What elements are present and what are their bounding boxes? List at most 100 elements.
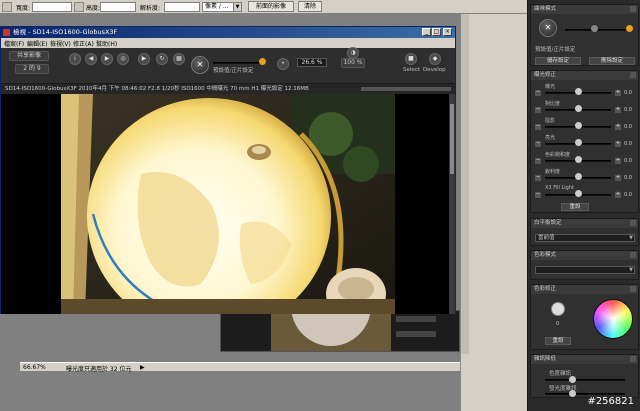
front-image-button[interactable]: 前面的影像 [248, 1, 294, 12]
info-icon[interactable]: i [69, 53, 81, 65]
zoom-number: 26.6 [301, 59, 315, 66]
unit-select[interactable]: 像素 / ... ▼ [202, 2, 242, 12]
page-select[interactable]: 2 的 9 [15, 64, 49, 74]
raw-viewer-window: 檢視 - SD14-ISO1600-GlobusX3F _ □ × 檔案(F) … [0, 26, 456, 314]
plus-icon[interactable]: + [615, 158, 621, 164]
select-icon[interactable]: ■ [405, 53, 417, 65]
chroma-noise-knob[interactable] [569, 376, 576, 383]
minus-icon[interactable]: − [535, 175, 541, 181]
minus-icon[interactable]: − [535, 124, 541, 130]
collapse-icon[interactable] [630, 220, 636, 226]
minus-icon[interactable]: − [535, 158, 541, 164]
loupe-icon[interactable]: • [277, 58, 289, 70]
zoom-unit: % [316, 59, 323, 66]
grid-icon[interactable]: ▦ [173, 53, 185, 65]
ps-zoom-value[interactable]: 66.67% [23, 364, 46, 371]
next-icon[interactable]: ▶ [101, 53, 113, 65]
exposure-row-label: 色彩飽和度 [545, 152, 571, 158]
minus-icon[interactable]: − [535, 107, 541, 113]
collapse-icon[interactable] [630, 286, 636, 292]
color-mode-select[interactable]: ▼ [535, 266, 635, 274]
menu-file[interactable]: 檔案(F) [4, 39, 24, 48]
background-document-window[interactable] [220, 266, 460, 352]
exposure-row-knob[interactable] [575, 139, 582, 146]
save-settings-button[interactable]: 儲存設定 [535, 57, 581, 65]
hue-section-header[interactable]: 色彩修正 [531, 285, 638, 294]
exposure-row-knob[interactable] [575, 122, 582, 129]
collapse-icon[interactable] [630, 72, 636, 78]
plus-icon[interactable]: + [615, 192, 621, 198]
clear-button[interactable]: 清除 [298, 1, 322, 12]
taste-knob-icon-2[interactable]: ✕ [539, 19, 557, 37]
taste-slider-knob-2[interactable] [626, 25, 633, 32]
menu-edit[interactable]: 編輯(E) [27, 39, 47, 48]
collapse-icon[interactable] [630, 356, 636, 362]
menu-help[interactable]: 幫助(H) [96, 39, 117, 48]
plus-icon[interactable]: + [615, 124, 621, 130]
exposure-row-value: 0.0 [624, 158, 632, 164]
exposure-section-header[interactable]: 曝光修正 [531, 71, 638, 80]
zoom-fit-button[interactable]: 100 % [341, 58, 365, 68]
noise-section-header[interactable]: 雜訊降低 [531, 355, 638, 364]
reset-button[interactable]: 重設 [561, 203, 589, 211]
tool-icon[interactable] [2, 2, 12, 12]
scrollbar-thumb[interactable] [450, 104, 454, 174]
exposure-row-knob[interactable] [575, 105, 582, 112]
ps-panel-scrollbar[interactable] [461, 14, 469, 354]
taste-slider-knob-1[interactable] [591, 25, 598, 32]
collapse-icon[interactable] [630, 6, 636, 12]
raw-window-titlebar[interactable]: 檢視 - SD14-ISO1600-GlobusX3F _ □ × [1, 27, 455, 38]
zoom-value[interactable]: 26.6 % [297, 58, 327, 67]
exposure-row-knob[interactable] [575, 88, 582, 95]
luma-noise-knob[interactable] [569, 390, 576, 397]
compare-icon[interactable]: ◑ [347, 47, 359, 59]
zoom-icon[interactable]: ◎ [117, 53, 129, 65]
exposure-row-knob[interactable] [575, 173, 582, 180]
exposure-row-knob[interactable] [575, 190, 582, 197]
menu-view[interactable]: 檢視(V) [50, 39, 71, 48]
collapse-icon[interactable] [630, 252, 636, 258]
reset-button-2[interactable]: 重設 [545, 337, 571, 345]
taste-section-header[interactable]: 曲味模式 [531, 5, 638, 14]
color-wheel[interactable] [593, 299, 633, 339]
taste-knob-icon[interactable]: ✕ [191, 56, 209, 74]
width-field[interactable] [32, 2, 72, 12]
luma-noise-track[interactable] [545, 393, 625, 395]
exposure-row-label: 對比度 [545, 101, 561, 107]
height-field[interactable] [100, 2, 136, 12]
taste-slider-track[interactable] [565, 29, 631, 31]
preview-scrollbar[interactable] [449, 94, 455, 314]
chevron-right-icon[interactable]: ▶ [140, 364, 145, 371]
rotate-icon[interactable]: ↻ [156, 53, 168, 65]
prev-icon[interactable]: ◀ [85, 53, 97, 65]
photo-preview[interactable] [1, 94, 455, 314]
plus-icon[interactable]: + [615, 107, 621, 113]
preset-slider-track[interactable] [213, 62, 265, 64]
minimize-button[interactable]: _ [422, 28, 431, 36]
plus-icon[interactable]: + [615, 141, 621, 147]
maximize-button[interactable]: □ [432, 28, 441, 36]
preset-slider-knob[interactable] [259, 58, 266, 65]
close-button[interactable]: × [443, 28, 452, 36]
develop-icon[interactable]: ◆ [429, 53, 441, 65]
delete-settings-button[interactable]: 刪除設定 [589, 57, 635, 65]
plus-icon[interactable]: + [615, 175, 621, 181]
raw-menubar: 檔案(F) 編輯(E) 檢視(V) 修正(A) 幫助(H) [1, 38, 455, 48]
wb-select[interactable]: 當前值 ▼ [535, 234, 635, 242]
share-image-button[interactable]: 共享影像 [9, 51, 49, 61]
menu-adjust[interactable]: 修正(A) [73, 39, 94, 48]
minus-icon[interactable]: − [535, 141, 541, 147]
wb-section-header[interactable]: 白平衡設定 [531, 219, 638, 228]
minus-icon[interactable]: − [535, 90, 541, 96]
height-label: 高度: [86, 5, 101, 12]
chroma-noise-track[interactable] [545, 379, 625, 381]
minus-icon[interactable]: − [535, 192, 541, 198]
exposure-row-knob[interactable] [575, 156, 582, 163]
swap-icon[interactable] [74, 2, 84, 12]
plus-icon[interactable]: + [615, 90, 621, 96]
hue-dial-icon[interactable] [551, 302, 565, 316]
photo-info-text: SD14-ISO1600-GlobusX3F 2010年4月 下午 08:46:… [5, 86, 309, 92]
color-mode-header[interactable]: 色彩模式 [531, 251, 638, 260]
resolution-field[interactable] [164, 2, 200, 12]
play-icon[interactable]: ▶ [138, 53, 150, 65]
